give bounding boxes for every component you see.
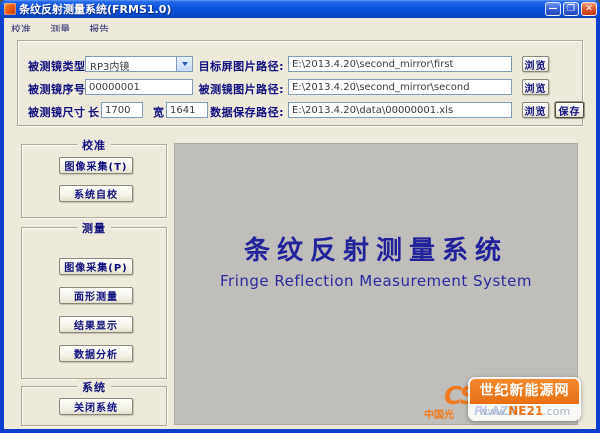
ne21-url-strip: PLAZA www.NE21.com (470, 404, 579, 419)
ne21-brand: 世纪新能源网 (470, 379, 579, 404)
minimize-icon: — (549, 4, 558, 14)
close-icon: ✕ (585, 4, 593, 14)
maximize-button[interactable]: ❐ (563, 2, 579, 16)
measurement-group: 测量 图像采集(P) 面形测量 结果显示 数据分析 (21, 227, 167, 379)
close-system-button[interactable]: 关闭系统 (59, 398, 133, 415)
image-capture-t-button[interactable]: 图像采集(T) (59, 157, 133, 174)
data-path-input[interactable] (288, 102, 512, 118)
main-title-chinese: 条纹反射测量系统 (175, 230, 577, 267)
mirror-path-browse-button[interactable]: 浏览 (522, 79, 549, 95)
csp-logo-subtext: 中国光 (424, 406, 468, 421)
result-display-button[interactable]: 结果显示 (59, 316, 133, 333)
mirror-path-input[interactable] (288, 79, 512, 95)
calibration-group: 校准 图像采集(T) 系统自校 (21, 144, 167, 218)
length-label: 长 (88, 104, 100, 120)
target-path-browse-button[interactable]: 浏览 (522, 56, 549, 72)
main-title-english: Fringe Reflection Measurement System (175, 272, 577, 290)
system-self-calibration-button[interactable]: 系统自校 (59, 185, 133, 202)
app-icon (4, 3, 16, 15)
mirror-type-select[interactable]: RP3内镜 (85, 56, 193, 72)
target-path-label: 目标屏图片路径: (188, 58, 284, 74)
window-title: 条纹反射测量系统(FRMS1.0) (19, 1, 545, 17)
mirror-size-label: 被测镜尺寸 (28, 104, 86, 120)
ne21-watermark: 世纪新能源网 PLAZA www.NE21.com (468, 377, 581, 421)
data-path-browse-button[interactable]: 浏览 (522, 102, 549, 118)
calibration-group-title: 校准 (77, 137, 111, 153)
save-button[interactable]: 保存 (555, 102, 584, 118)
app-window: 条纹反射测量系统(FRMS1.0) — ❐ ✕ 校准 测量 报告 被测镜类型 R… (0, 0, 600, 433)
menu-bar: 校准 测量 报告 (4, 18, 596, 33)
chevron-down-icon (182, 62, 188, 66)
minimize-button[interactable]: — (545, 2, 561, 16)
url-prefix: www. (479, 405, 508, 418)
system-group: 系统 关闭系统 (21, 386, 167, 426)
mirror-path-label: 被测镜图片路径: (188, 81, 284, 97)
mirror-type-value: RP3内镜 (86, 57, 176, 71)
system-group-title: 系统 (77, 379, 111, 395)
mirror-type-label: 被测镜类型 (28, 58, 86, 74)
maximize-icon: ❐ (567, 4, 575, 14)
close-button[interactable]: ✕ (581, 2, 597, 16)
target-path-input[interactable] (288, 56, 512, 72)
data-analysis-button[interactable]: 数据分析 (59, 345, 133, 362)
image-capture-p-button[interactable]: 图像采集(P) (59, 258, 133, 275)
data-path-label: 数据保存路径: (188, 104, 284, 120)
client-area: 被测镜类型 RP3内镜 目标屏图片路径: 浏览 被测镜序号 被测镜图片路径: 浏… (4, 32, 596, 429)
ne21-url: www.NE21.com (479, 405, 570, 418)
title-bar: 条纹反射测量系统(FRMS1.0) — ❐ ✕ (0, 0, 600, 18)
measurement-group-title: 测量 (77, 220, 111, 236)
mirror-serial-input[interactable] (85, 79, 193, 95)
width-label: 宽 (153, 104, 165, 120)
surface-measure-button[interactable]: 面形测量 (59, 287, 133, 304)
mirror-serial-label: 被测镜序号 (28, 81, 86, 97)
length-input[interactable] (101, 102, 143, 118)
url-suffix: .com (543, 405, 570, 418)
settings-panel: 被测镜类型 RP3内镜 目标屏图片路径: 浏览 被测镜序号 被测镜图片路径: 浏… (17, 40, 583, 126)
url-main: NE21 (508, 404, 543, 418)
